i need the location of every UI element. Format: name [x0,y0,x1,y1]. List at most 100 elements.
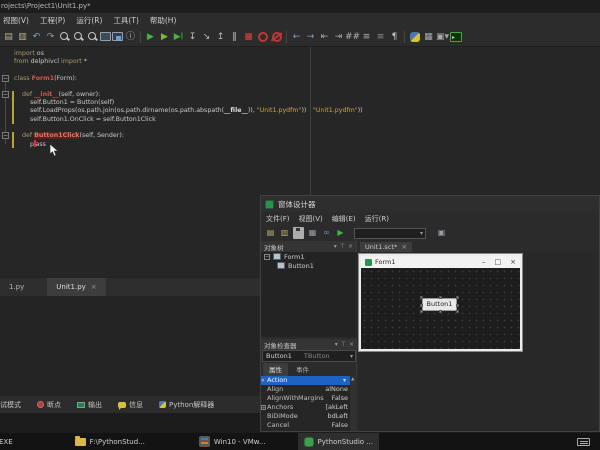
numbered-list-icon[interactable]: ≡ [360,30,373,44]
designer-menu-item-3[interactable]: 运行(R) [365,214,389,224]
taskbar-item-partial[interactable]: EXE [0,433,19,450]
pause-icon[interactable]: ‖ [228,30,241,44]
taskbar-item-folder[interactable]: F:\PythonStud... [69,433,151,450]
close-button[interactable]: × [510,258,516,266]
selection-handle[interactable] [420,304,423,307]
dock-tab-输出[interactable]: 输出 [69,400,110,410]
design-surface[interactable]: Form1 – □ × Button1 [358,252,599,431]
dock-tab-Python解释器[interactable]: Python解释器 [151,400,222,410]
menu-item-4[interactable]: 帮助(H) [150,15,177,26]
step-into-icon[interactable]: ↘ [200,30,213,44]
designer-menu-item-2[interactable]: 编辑(E) [332,214,356,224]
touch-keyboard-icon[interactable] [577,438,590,446]
close-icon[interactable]: × [348,243,353,250]
unindent-icon[interactable]: ⇤ [318,30,331,44]
selection-handle[interactable] [420,310,423,313]
property-row-Action[interactable]: Action▾ [261,376,357,385]
find-icon[interactable] [58,30,71,44]
property-row-Anchors[interactable]: Anchors[akLeft [261,403,357,412]
comment-icon[interactable]: ## [345,30,360,44]
designer-menu-item-0[interactable]: 文件(F) [266,214,290,224]
taskbar-item-vmware[interactable]: Win10 - VMw... [193,433,272,450]
copy-icon[interactable]: ▥ [16,30,29,44]
inspector-tab-事件[interactable]: 事件 [290,363,315,376]
selection-handle[interactable] [439,296,442,299]
save-icon[interactable] [293,227,304,239]
property-row-AlignWithMargins[interactable]: AlignWithMargins False [261,394,357,403]
tree-item-Form1[interactable]: Form1 [261,252,357,261]
toggle-breakpoint-icon[interactable] [256,30,269,44]
designer-doc-tab[interactable]: Unit1.sct* × [360,241,413,252]
designed-form-titlebar[interactable]: Form1 – □ × [361,256,520,268]
object-tree-header[interactable]: 对象树 ▾ ⊤ × [261,241,356,252]
dock-tab-断点[interactable]: 断点 [29,400,69,410]
form-designer-window[interactable]: 窗体设计器 文件(F) 视图(V) 编辑(E) 运行(R) ▤▥ ▦∞▶ ▣ 对象树 ▾… [260,195,600,432]
fold-collapse-icon[interactable] [2,132,9,139]
fold-collapse-icon[interactable] [2,74,9,82]
terminal-icon[interactable] [450,31,462,42]
inspector-tab-属性[interactable]: 属性 [263,363,288,376]
bind-icon[interactable]: ∞ [321,227,332,239]
grid-view-icon[interactable]: ▦ [422,30,435,44]
object-inspector-header[interactable]: 对象检查器 ▾ ⊤ × [261,339,357,350]
selection-handle[interactable] [456,296,459,299]
pin-icon[interactable]: ⊤ [341,341,346,348]
dock-tab-信息[interactable]: 信息 [110,400,151,410]
designer-menu-item-1[interactable]: 视图(V) [299,214,323,224]
designed-form-window[interactable]: Form1 – □ × Button1 [359,254,522,351]
menu-item-3[interactable]: 工具(T) [113,15,138,26]
menu-item-1[interactable]: 工程(P) [40,15,65,26]
clear-breakpoints-icon[interactable] [270,30,283,44]
screenshot-icon[interactable] [100,32,111,41]
selection-handle[interactable] [439,310,442,313]
pin-icon[interactable]: ⊤ [340,243,345,250]
layout-icon[interactable]: ▣ [436,227,447,239]
indent-icon[interactable]: ⇥ [332,30,345,44]
python-icon[interactable] [408,30,421,44]
form-selector-combobox[interactable] [354,227,426,239]
open-file-icon[interactable]: ▥ [279,227,290,239]
window-list-icon[interactable]: ▣▾ [436,30,449,44]
collapse-icon[interactable] [264,253,270,260]
object-tree-body[interactable]: Form1Button1 [261,252,357,337]
property-row-Align[interactable]: Align alNone [261,385,357,394]
new-file-icon[interactable]: ▤ [265,227,276,239]
show-whitespace-icon[interactable]: ¶ [388,30,401,44]
sort-lines-icon[interactable]: ≡ [374,30,387,44]
designer-titlebar[interactable]: 窗体设计器 [261,196,599,212]
editor-tab-Unit1.py[interactable]: Unit1.py × [47,278,106,296]
menu-item-0[interactable]: 视图(V) [3,15,29,26]
dropdown-icon[interactable]: ▾ [334,243,337,250]
expand-icon[interactable] [261,405,266,410]
paste-icon[interactable]: ▤ [2,30,15,44]
maximize-button[interactable]: □ [495,258,502,266]
selection-handle[interactable] [420,296,423,299]
selection-handle[interactable] [456,304,459,307]
property-grid-scrollbar[interactable] [350,376,357,431]
property-row-Caption[interactable]: CaptionButton1 [261,430,357,431]
nav-back-icon[interactable]: ← [290,30,303,44]
close-icon[interactable]: × [401,243,407,251]
dropdown-icon[interactable]: ▾ [343,376,346,385]
dropdown-icon[interactable]: ▾ [335,341,338,348]
info-icon[interactable]: ⓘ [124,30,137,44]
close-icon[interactable]: × [91,283,97,291]
step-over-icon[interactable]: ↧ [186,30,199,44]
property-row-Cancel[interactable]: Cancel False [261,421,357,430]
designed-form-client[interactable]: Button1 [361,268,520,349]
region-screenshot-icon[interactable] [112,32,123,41]
stop-icon[interactable]: ■ [242,30,255,44]
fold-collapse-icon[interactable] [2,91,9,98]
replace-icon[interactable] [86,30,99,44]
find-next-icon[interactable] [72,30,85,44]
form-button[interactable]: Button1 [420,296,459,313]
copy-form-icon[interactable]: ▦ [307,227,318,239]
run-icon[interactable]: ▶ [144,30,157,44]
close-icon[interactable]: × [349,341,354,348]
undo-icon[interactable]: ↶ [30,30,43,44]
taskbar-item-pythonstudio[interactable]: PythonStudio ... [297,433,379,450]
nav-forward-icon[interactable]: → [304,30,317,44]
tree-item-Button1[interactable]: Button1 [261,261,357,270]
step-out-icon[interactable]: ↥ [214,30,227,44]
minimize-button[interactable]: – [482,258,486,266]
